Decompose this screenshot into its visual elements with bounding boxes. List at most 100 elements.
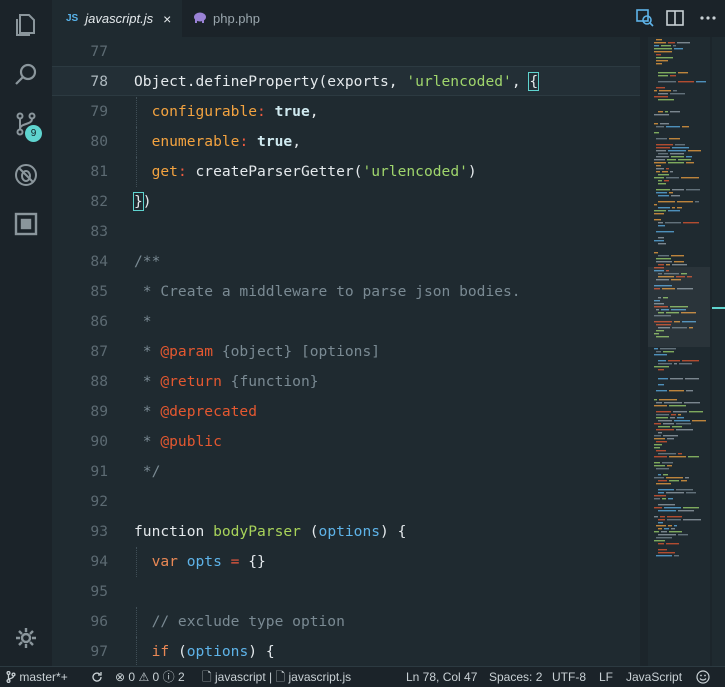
minimap-code-mark (666, 477, 683, 479)
file-breadcrumb[interactable]: 🗋 javascript | 🗋 javascript.js (202, 667, 351, 687)
minimap-code-mark (666, 264, 670, 266)
search-icon[interactable] (0, 50, 52, 98)
minimap-code-mark (674, 261, 684, 263)
code-token: { (528, 72, 540, 91)
line-number: 81 (90, 163, 108, 180)
tab-php-php[interactable]: php.php (182, 0, 282, 37)
minimap-code-mark (658, 363, 672, 365)
code-line[interactable]: 90 * @public (52, 427, 640, 457)
minimap-code-mark (658, 243, 666, 245)
minimap-code-preview (654, 39, 706, 557)
minimap-code-mark (654, 498, 660, 500)
minimap-code-mark (654, 51, 672, 53)
minimap-code-mark (658, 453, 676, 455)
minimap[interactable] (648, 37, 710, 666)
code-line[interactable]: 86 * (52, 307, 640, 337)
code-text: * (134, 307, 152, 337)
tab-javascript-js[interactable]: JS javascript.js × (52, 0, 182, 37)
code-line[interactable]: 91 */ (52, 457, 640, 487)
close-icon[interactable]: × (163, 11, 171, 27)
language-selector[interactable]: JavaScript (626, 667, 682, 687)
code-line[interactable]: 97 if (options) { (52, 637, 640, 666)
sync-icon[interactable] (91, 667, 103, 687)
tab-label: javascript.js (85, 11, 154, 26)
minimap-code-mark (688, 150, 701, 152)
feedback-smiley-icon[interactable] (696, 667, 710, 687)
minimap-code-mark (678, 159, 691, 161)
code-token: function (134, 523, 214, 540)
minimap-code-mark (656, 60, 668, 62)
code-line[interactable]: 94 var opts = {} (52, 547, 640, 577)
code-line[interactable]: 77 (52, 37, 640, 67)
minimap-code-mark (658, 183, 666, 185)
code-line[interactable]: 84 /** (52, 247, 640, 277)
code-token: @deprecated (160, 403, 258, 420)
minimap-code-mark (662, 171, 668, 173)
minimap-code-mark (681, 177, 699, 179)
line-number: 85 (90, 283, 108, 300)
minimap-code-mark (678, 510, 694, 512)
minimap-slider[interactable] (648, 267, 710, 347)
code-token: */ (134, 463, 161, 480)
split-editor-icon[interactable] (665, 8, 685, 28)
code-line[interactable]: 85 * Create a middleware to parse json b… (52, 277, 640, 307)
minimap-code-mark (654, 132, 659, 134)
debug-icon[interactable] (0, 151, 52, 199)
branch-name: master*+ (19, 670, 68, 684)
minimap-code-mark (666, 177, 679, 179)
code-line[interactable]: 78 Object.defineProperty(exports, 'urlenc… (52, 66, 640, 96)
code-line[interactable]: 81 get: createParserGetter('urlencoded') (52, 157, 640, 187)
code-line[interactable]: 96 // exclude type option (52, 607, 640, 637)
minimap-code-mark (692, 420, 706, 422)
minimap-code-mark (654, 399, 657, 401)
indentation[interactable]: Spaces: 2 (489, 667, 542, 687)
code-line[interactable]: 79 configurable: true, (52, 97, 640, 127)
minimap-code-mark (658, 369, 664, 371)
line-number: 89 (90, 403, 108, 420)
code-line[interactable]: 92 (52, 487, 640, 517)
minimap-code-mark (656, 63, 662, 65)
minimap-code-mark (681, 480, 687, 482)
code-line[interactable]: 80 enumerable: true, (52, 127, 640, 157)
minimap-code-mark (656, 189, 670, 191)
minimap-code-mark (658, 111, 663, 113)
more-actions-icon[interactable] (698, 8, 718, 28)
code-line[interactable]: 95 (52, 577, 640, 607)
extensions-icon[interactable] (0, 200, 52, 248)
minimap-code-mark (664, 180, 669, 182)
minimap-code-mark (669, 192, 673, 194)
encoding[interactable]: UTF-8 (552, 667, 586, 687)
problems-indicator[interactable]: ⊗ 0 ⚠ 0 ⓘ 2 (115, 667, 185, 687)
vertical-scrollbar[interactable] (712, 37, 725, 666)
code-token: * Create a middleware to parse json bodi… (134, 283, 521, 300)
line-number: 97 (90, 643, 108, 660)
code-text: // exclude type option (134, 607, 345, 637)
minimap-code-mark (669, 138, 680, 140)
minimap-code-mark (658, 222, 663, 224)
minimap-code-mark (661, 45, 671, 47)
minimap-code-mark (656, 39, 662, 41)
minimap-code-mark (675, 144, 685, 146)
cursor-position[interactable]: Ln 78, Col 47 (406, 667, 477, 687)
line-number: 90 (90, 433, 108, 450)
minimap-code-mark (654, 177, 664, 179)
code-token: var (151, 553, 187, 570)
code-token: options (186, 643, 249, 660)
code-line[interactable]: 93 function bodyParser (options) { (52, 517, 640, 547)
code-line[interactable]: 89 * @deprecated (52, 397, 640, 427)
open-changes-icon[interactable] (635, 8, 655, 28)
code-line[interactable]: 87 * @param {object} [options] (52, 337, 640, 367)
explorer-icon[interactable] (0, 0, 52, 48)
code-editor[interactable]: 77 78 Object.defineProperty(exports, 'urle… (52, 37, 640, 666)
source-control-icon[interactable] (0, 100, 52, 148)
code-line[interactable]: 83 (52, 217, 640, 247)
info-count: 2 (177, 670, 185, 684)
settings-gear-icon[interactable] (0, 614, 52, 662)
code-token: @param (160, 343, 214, 360)
branch-indicator[interactable]: master*+ (6, 667, 68, 687)
minimap-code-mark (654, 204, 657, 206)
code-line[interactable]: 88 * @return {function} (52, 367, 640, 397)
minimap-code-mark (658, 522, 663, 524)
code-line[interactable]: 82}) (52, 187, 640, 217)
end-of-line[interactable]: LF (599, 667, 613, 687)
